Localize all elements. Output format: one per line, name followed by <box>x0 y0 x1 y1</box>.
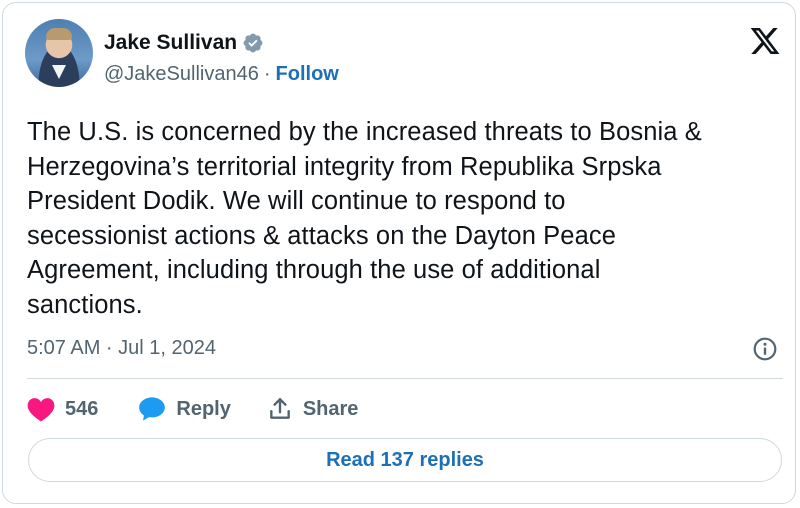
avatar[interactable] <box>25 19 93 87</box>
reply-label: Reply <box>176 397 231 420</box>
x-logo-icon[interactable] <box>749 25 781 57</box>
like-count: 546 <box>65 397 99 420</box>
share-label: Share <box>302 397 359 420</box>
author-display-name[interactable]: Jake Sullivan <box>104 31 237 55</box>
follow-button[interactable]: Follow <box>276 63 339 86</box>
tweet-text: The U.S. is concerned by the increased t… <box>27 118 702 319</box>
verified-badge-icon <box>243 33 263 53</box>
handle-separator: · <box>263 63 271 85</box>
heart-icon <box>27 398 55 422</box>
share-button[interactable]: Share <box>267 396 359 422</box>
info-icon[interactable] <box>752 336 778 362</box>
speech-bubble-icon <box>139 397 166 421</box>
avatar-hair <box>46 28 72 40</box>
like-button[interactable]: 546 <box>27 396 98 422</box>
author-handle-row: @JakeSullivan46 · Follow <box>104 63 339 86</box>
author-handle[interactable]: @JakeSullivan46 <box>104 63 259 86</box>
reply-button[interactable]: Reply <box>138 396 231 422</box>
divider <box>27 378 783 379</box>
avatar-collar <box>52 65 66 79</box>
read-replies-button[interactable]: Read 137 replies <box>28 438 782 482</box>
tweet-timestamp[interactable]: 5:07 AM · Jul 1, 2024 <box>27 337 216 360</box>
action-bar: 546 Reply Share <box>27 393 358 425</box>
share-icon <box>269 398 290 419</box>
tweet-card: Jake Sullivan @JakeSullivan46 · Follow T… <box>2 2 796 504</box>
author-name-row: Jake Sullivan <box>104 29 264 57</box>
